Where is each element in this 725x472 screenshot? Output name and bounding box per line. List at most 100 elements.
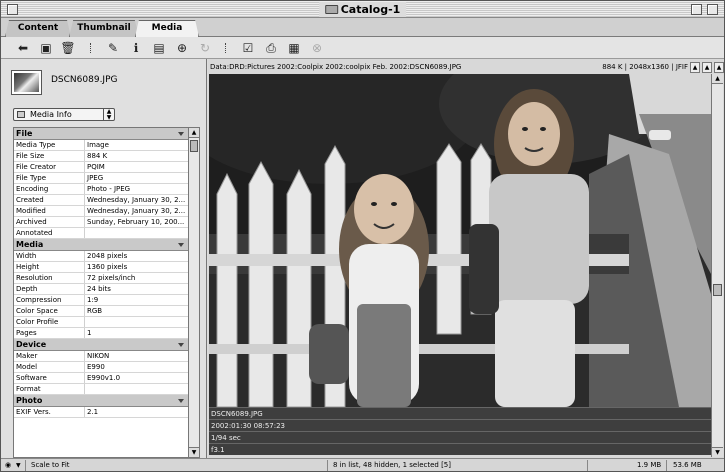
info-value[interactable]: 1:9 [84, 295, 188, 305]
disclosure-triangle-icon[interactable] [178, 243, 184, 247]
info-key: Resolution [16, 274, 53, 282]
photo-preview[interactable] [209, 74, 711, 407]
info-row[interactable]: Archived Sunday, February 10, 200... [14, 217, 188, 228]
info-value[interactable]: 72 pixels/inch [84, 273, 188, 283]
status-bar: ◉ ▼ Scale to Fit 8 in list, 48 hidden, 1… [1, 458, 724, 471]
close-box[interactable] [7, 4, 18, 15]
info-row[interactable]: File Size 884 K [14, 151, 188, 162]
info-icon [17, 111, 25, 118]
info-row[interactable]: Created Wednesday, January 30, 2... [14, 195, 188, 206]
info-row[interactable]: Width 2048 pixels [14, 251, 188, 262]
stop-icon[interactable]: ⊗ [309, 40, 325, 56]
list-info: 8 in list, 48 hidden, 1 selected [5] [333, 461, 451, 469]
disclosure-triangle-icon[interactable] [178, 343, 184, 347]
info-key: Format [16, 385, 41, 393]
info-icon[interactable]: ℹ [128, 40, 144, 56]
info-value[interactable]: 2.1 [84, 407, 188, 417]
title-bar[interactable]: Catalog-1 [1, 1, 724, 18]
info-value[interactable] [84, 384, 188, 394]
scroll-down-icon[interactable]: ▼ [712, 447, 723, 457]
person-icon[interactable]: ▲ [714, 62, 724, 73]
person-icon[interactable]: ▲ [690, 62, 700, 73]
info-row[interactable]: Maker NIKON [14, 351, 188, 362]
toolbar-separator [90, 43, 92, 53]
group-header[interactable]: Media [14, 239, 188, 251]
info-row[interactable]: Modified Wednesday, January 30, 2... [14, 206, 188, 217]
info-value[interactable]: E990v1.0 [84, 373, 188, 383]
rotate-icon[interactable]: ↻ [197, 40, 213, 56]
info-value[interactable] [84, 317, 188, 327]
info-key: File Creator [16, 163, 57, 171]
info-value[interactable]: Wednesday, January 30, 2... [84, 206, 188, 216]
info-row[interactable]: File Creator PQIM [14, 162, 188, 173]
info-row[interactable]: EXIF Vers. 2.1 [14, 407, 188, 418]
thumbnail-preview[interactable] [11, 70, 42, 95]
info-value[interactable]: Image [84, 140, 188, 150]
group-header[interactable]: File [14, 128, 188, 140]
preview-panel: Data:DRD:Pictures 2002:Coolpix 2002:cool… [208, 59, 724, 458]
scroll-up-icon[interactable]: ▲ [189, 128, 199, 138]
info-row[interactable]: Annotated [14, 228, 188, 239]
disclosure-triangle-icon[interactable] [178, 132, 184, 136]
info-value[interactable]: 1 [84, 328, 188, 338]
eye-icon[interactable]: ◉ [5, 459, 11, 471]
info-key: Created [16, 196, 44, 204]
info-value[interactable]: Sunday, February 10, 200... [84, 217, 188, 227]
scroll-thumb[interactable] [713, 284, 722, 296]
info-row[interactable]: Resolution 72 pixels/inch [14, 273, 188, 284]
info-row[interactable]: Depth 24 bits [14, 284, 188, 295]
info-row[interactable]: File Type JPEG [14, 173, 188, 184]
info-value[interactable]: NIKON [84, 351, 188, 361]
info-row[interactable]: Format [14, 384, 188, 395]
info-value[interactable]: Wednesday, January 30, 2... [84, 195, 188, 205]
info-row[interactable]: Encoding Photo - JPEG [14, 184, 188, 195]
info-row[interactable]: Height 1360 pixels [14, 262, 188, 273]
info-value[interactable] [84, 228, 188, 238]
info-row[interactable]: Model E990 [14, 362, 188, 373]
zoom-icon[interactable]: ⊕ [174, 40, 190, 56]
toolbar: ⬅ ▣ 🗑 ✎ ℹ ▤ ⊕ ↻ ☑ ⎙ ▦ ⊗ [1, 37, 724, 59]
disclosure-triangle-icon[interactable] [178, 399, 184, 403]
info-value[interactable]: Photo - JPEG [84, 184, 188, 194]
info-value[interactable]: RGB [84, 306, 188, 316]
info-value[interactable]: JPEG [84, 173, 188, 183]
preview-scrollbar[interactable]: ▲ ▼ [711, 74, 723, 457]
view-select[interactable]: Media Info ▲ ▼ [13, 108, 115, 121]
scroll-thumb[interactable] [190, 140, 198, 152]
info-value[interactable]: 1360 pixels [84, 262, 188, 272]
info-value[interactable]: 24 bits [84, 284, 188, 294]
info-row[interactable]: Color Profile [14, 317, 188, 328]
status-divider [327, 460, 328, 471]
info-value[interactable]: PQIM [84, 162, 188, 172]
info-row[interactable]: Media Type Image [14, 140, 188, 151]
group-header[interactable]: Photo [14, 395, 188, 407]
tab-content[interactable]: Content [5, 20, 71, 37]
info-row[interactable]: Software E990v1.0 [14, 373, 188, 384]
info-value[interactable]: E990 [84, 362, 188, 372]
info-row[interactable]: Compression 1:9 [14, 295, 188, 306]
person-icon[interactable]: ▲ [702, 62, 712, 73]
catalog-window: Catalog-1 Content Thumbnail Media ⬅ ▣ 🗑 … [0, 0, 725, 472]
tab-thumbnail[interactable]: Thumbnail [69, 20, 139, 37]
slideshow-icon[interactable]: ▤ [151, 40, 167, 56]
export-icon[interactable]: ▦ [286, 40, 302, 56]
info-value[interactable]: 2048 pixels [84, 251, 188, 261]
trash-icon[interactable]: 🗑 [60, 40, 76, 56]
info-value[interactable]: 884 K [84, 151, 188, 161]
back-icon[interactable]: ⬅ [15, 40, 31, 56]
info-row[interactable]: Pages 1 [14, 328, 188, 339]
checkbox-icon[interactable]: ☑ [240, 40, 256, 56]
open-icon[interactable]: ▣ [38, 40, 54, 56]
group-header[interactable]: Device [14, 339, 188, 351]
zoom-box[interactable] [691, 4, 702, 15]
info-row[interactable]: Color Space RGB [14, 306, 188, 317]
scroll-down-icon[interactable]: ▼ [189, 447, 199, 457]
tag-icon[interactable]: ✎ [105, 40, 121, 56]
zoom-select[interactable]: Scale to Fit [31, 459, 70, 471]
tab-media[interactable]: Media [135, 20, 199, 37]
info-scrollbar[interactable]: ▲ ▼ [189, 127, 200, 458]
zoom-menu-arrow-icon[interactable]: ▼ [16, 459, 21, 471]
collapse-box[interactable] [707, 4, 718, 15]
scroll-up-icon[interactable]: ▲ [712, 74, 723, 84]
print-icon[interactable]: ⎙ [263, 40, 279, 56]
